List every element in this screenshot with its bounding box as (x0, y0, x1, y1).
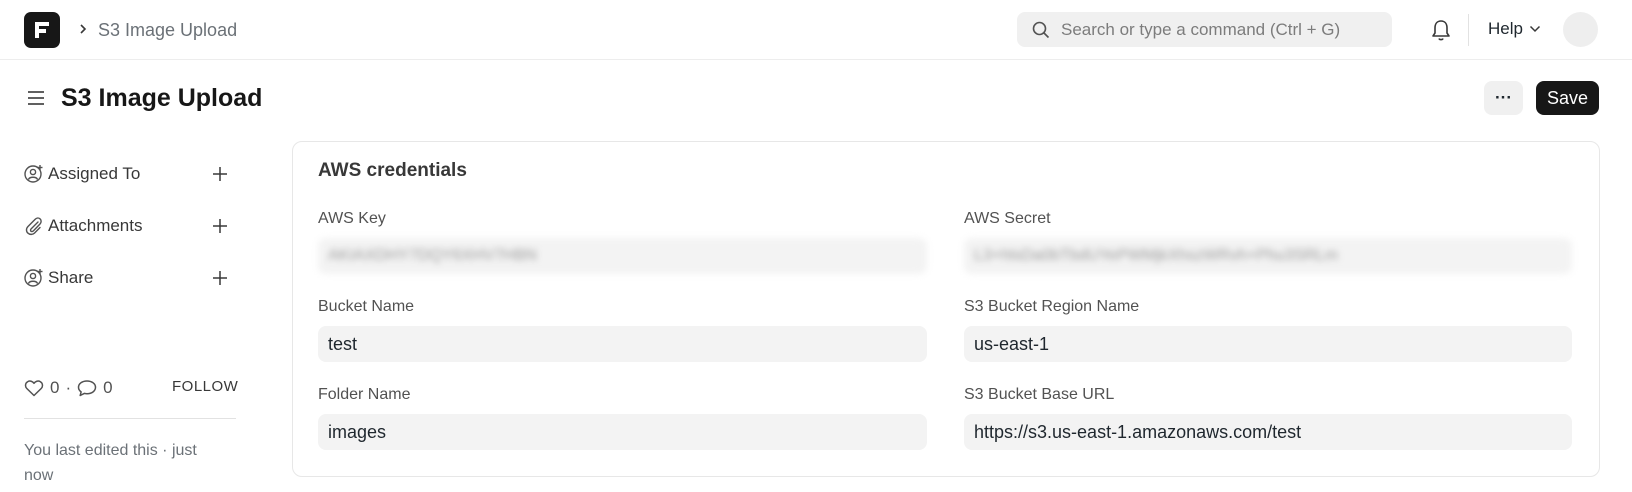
aws-key-input[interactable]: AKIAXDHY7DQY6XHV7HBN (318, 238, 927, 274)
sidebar-item-label: Attachments (48, 216, 143, 235)
sidebar-toggle-icon[interactable] (26, 88, 46, 108)
comment-icon[interactable] (77, 379, 97, 397)
dot-separator: · (65, 378, 72, 397)
sidebar-item-assigned-to[interactable]: Assigned To (24, 162, 236, 186)
user-plus-icon (24, 165, 43, 183)
folder-name-label: Folder Name (318, 386, 411, 403)
region-name-input[interactable]: us-east-1 (964, 326, 1572, 362)
bucket-name-input[interactable]: test (318, 326, 927, 362)
likes-count: 0 (50, 378, 60, 397)
save-button[interactable]: Save (1536, 81, 1599, 115)
aws-secret-input[interactable]: L3+hlsDa0bTbdUYePWMjkXhszWRvh+Phu3SRLm (964, 238, 1572, 274)
help-label: Help (1488, 19, 1523, 38)
add-attachment-plus-icon[interactable] (210, 216, 230, 236)
section-title: AWS credentials (318, 160, 467, 181)
sidebar-item-attachments[interactable]: Attachments (24, 214, 236, 238)
aws-secret-label: AWS Secret (964, 210, 1051, 227)
bucket-name-label: Bucket Name (318, 298, 415, 315)
sidebar-item-share[interactable]: Share (24, 266, 236, 290)
navbar-divider (1468, 14, 1469, 46)
search-input[interactable] (1061, 12, 1381, 47)
sidebar-item-label: Share (48, 268, 94, 287)
user-plus-icon (24, 269, 43, 287)
base-url-input[interactable]: https://s3.us-east-1.amazonaws.com/test (964, 414, 1572, 450)
user-avatar[interactable] (1563, 12, 1598, 47)
breadcrumb-chevron-icon (76, 19, 90, 39)
paperclip-icon (25, 217, 42, 236)
breadcrumb-link[interactable]: S3 Image Upload (98, 19, 237, 41)
heart-icon[interactable] (24, 379, 44, 397)
aws-key-label: AWS Key (318, 210, 386, 227)
help-dropdown[interactable]: Help (1488, 19, 1541, 39)
last-edited-text: You last edited this · just now (24, 442, 197, 484)
comments-count: 0 (103, 378, 113, 397)
more-actions-button[interactable]: ··· (1484, 81, 1523, 115)
notification-bell-icon[interactable] (1430, 18, 1452, 42)
search-bar[interactable] (1017, 12, 1392, 47)
add-assignee-plus-icon[interactable] (210, 164, 230, 184)
likes-comments: 0 · 0 (24, 378, 113, 398)
app-logo[interactable] (24, 12, 60, 48)
folder-name-input[interactable]: images (318, 414, 927, 450)
page-title: S3 Image Upload (61, 84, 263, 112)
sidebar-item-label: Assigned To (48, 164, 141, 183)
follow-button[interactable]: FOLLOW (172, 378, 238, 395)
search-icon (1032, 21, 1050, 39)
base-url-label: S3 Bucket Base URL (964, 386, 1115, 403)
chevron-down-icon (1529, 25, 1540, 33)
navbar: S3 Image Upload Help (0, 0, 1632, 60)
sidebar-divider (24, 418, 236, 419)
frappe-logo-icon (35, 22, 49, 38)
add-share-plus-icon[interactable] (210, 268, 230, 288)
region-name-label: S3 Bucket Region Name (964, 298, 1140, 315)
